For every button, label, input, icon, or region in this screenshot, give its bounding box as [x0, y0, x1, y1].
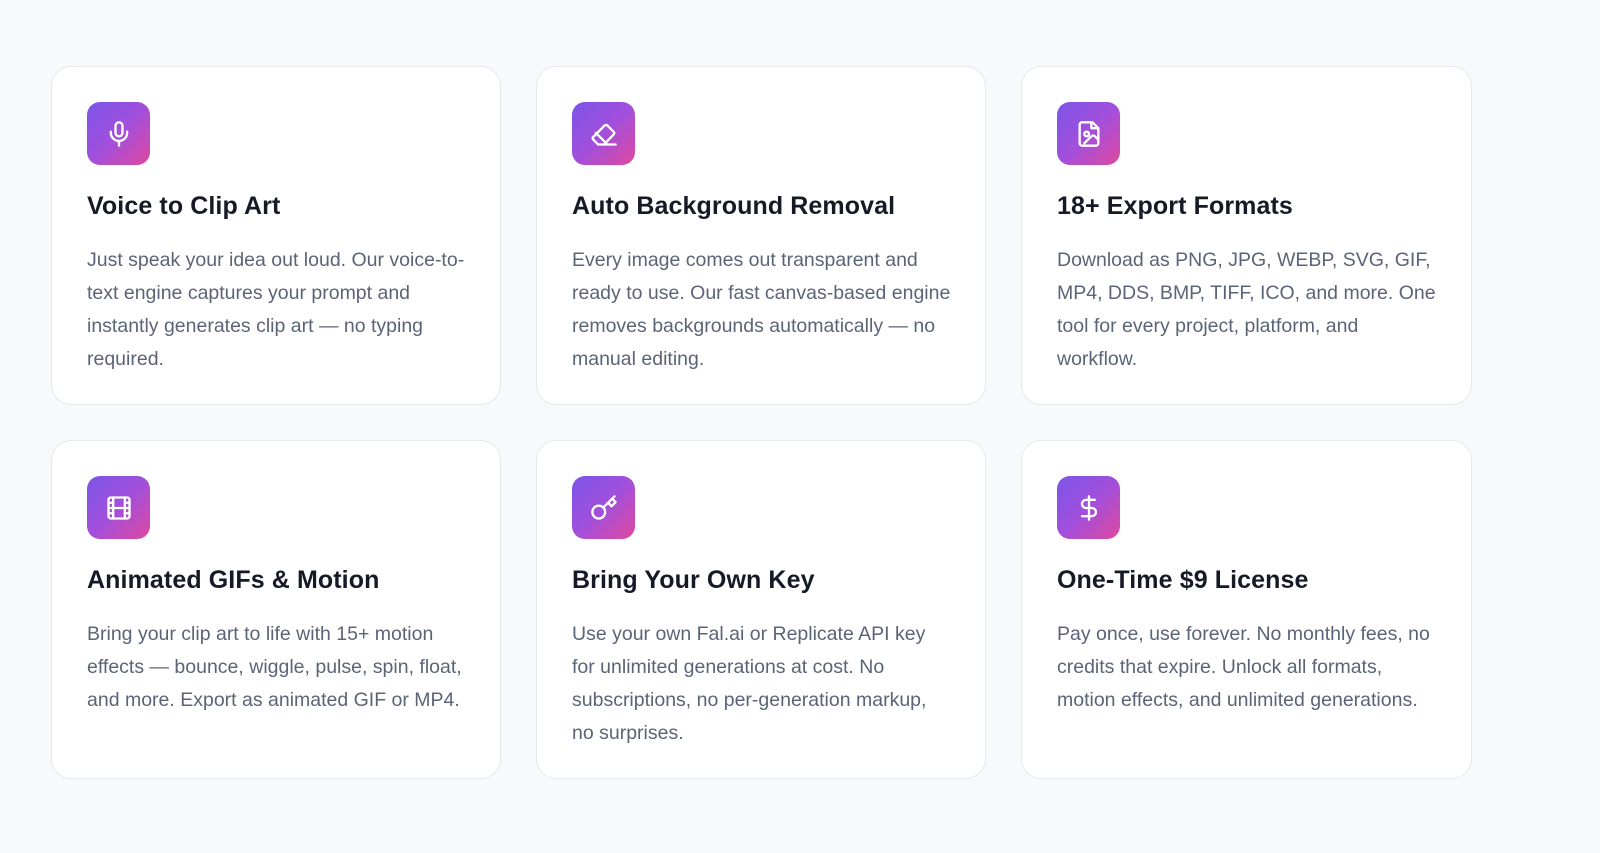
feature-card-auto-background-removal: Auto Background Removal Every image come… [536, 66, 986, 405]
dollar-icon [1057, 476, 1120, 539]
feature-card-one-time-license: One-Time $9 License Pay once, use foreve… [1021, 440, 1472, 779]
feature-description: Bring your clip art to life with 15+ mot… [87, 623, 462, 711]
feature-card-voice-to-clip-art: Voice to Clip Art Just speak your idea o… [51, 66, 501, 405]
feature-title: Voice to Clip Art [87, 192, 281, 220]
file-image-icon [1057, 102, 1120, 165]
key-icon [572, 476, 635, 539]
feature-description: Use your own Fal.ai or Replicate API key… [572, 623, 927, 744]
microphone-icon [87, 102, 150, 165]
feature-title: One-Time $9 License [1057, 566, 1309, 594]
feature-description: Download as PNG, JPG, WEBP, SVG, GIF, MP… [1057, 249, 1436, 370]
feature-description: Just speak your idea out loud. Our voice… [87, 249, 465, 370]
feature-description: Pay once, use forever. No monthly fees, … [1057, 623, 1430, 711]
feature-title: Animated GIFs & Motion [87, 566, 380, 594]
feature-title: Bring Your Own Key [572, 566, 815, 594]
feature-card-animated-gifs: Animated GIFs & Motion Bring your clip a… [51, 440, 501, 779]
feature-card-export-formats: 18+ Export Formats Download as PNG, JPG,… [1021, 66, 1472, 405]
eraser-icon [572, 102, 635, 165]
features-grid: Voice to Clip Art Just speak your idea o… [51, 66, 1472, 779]
film-icon [87, 476, 150, 539]
feature-title: Auto Background Removal [572, 192, 896, 220]
feature-title: 18+ Export Formats [1057, 192, 1293, 220]
feature-card-bring-your-own-key: Bring Your Own Key Use your own Fal.ai o… [536, 440, 986, 779]
feature-description: Every image comes out transparent and re… [572, 249, 951, 370]
